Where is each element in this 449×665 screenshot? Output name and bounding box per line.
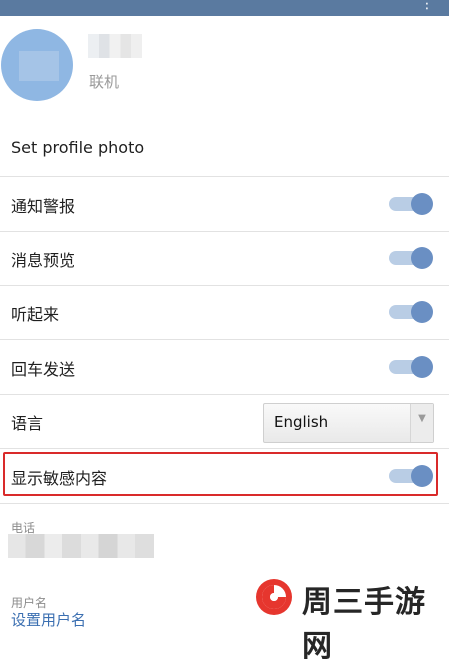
enter-to-send-label: 回车发送: [11, 360, 76, 379]
language-label: 语言: [11, 414, 44, 433]
chevron-down-icon: ▼: [410, 404, 433, 442]
sounds-row: 听起来: [0, 285, 449, 340]
language-value: English: [274, 413, 329, 431]
more-menu-icon[interactable]: ⋮: [420, 0, 435, 12]
watermark-text: 周三手游网: [302, 585, 426, 664]
enter-to-send-toggle[interactable]: [389, 356, 433, 378]
highlight-box: [3, 452, 438, 496]
top-bar: ⋮: [0, 0, 449, 16]
username-value[interactable]: 设置用户名: [11, 609, 86, 630]
notifications-label: 通知警报: [11, 197, 76, 216]
message-preview-row: 消息预览: [0, 231, 449, 286]
notifications-row: 通知警报: [0, 177, 449, 232]
message-preview-label: 消息预览: [11, 251, 76, 270]
sounds-label: 听起来: [11, 305, 60, 324]
online-status: 联机: [89, 73, 120, 91]
notifications-toggle[interactable]: [389, 193, 433, 215]
message-preview-toggle[interactable]: [389, 247, 433, 269]
language-select[interactable]: English ▼: [263, 403, 434, 443]
phone-value-redacted: [8, 534, 154, 558]
watermark-logo-icon: [256, 579, 292, 615]
enter-to-send-row: 回车发送: [0, 340, 449, 395]
avatar[interactable]: [1, 29, 73, 101]
set-profile-photo-label: Set profile photo: [11, 138, 145, 157]
sounds-toggle[interactable]: [389, 301, 433, 323]
set-profile-photo-row[interactable]: Set profile photo: [0, 122, 449, 177]
profile-name-redacted: [88, 34, 142, 58]
avatar-blur: [19, 51, 59, 81]
